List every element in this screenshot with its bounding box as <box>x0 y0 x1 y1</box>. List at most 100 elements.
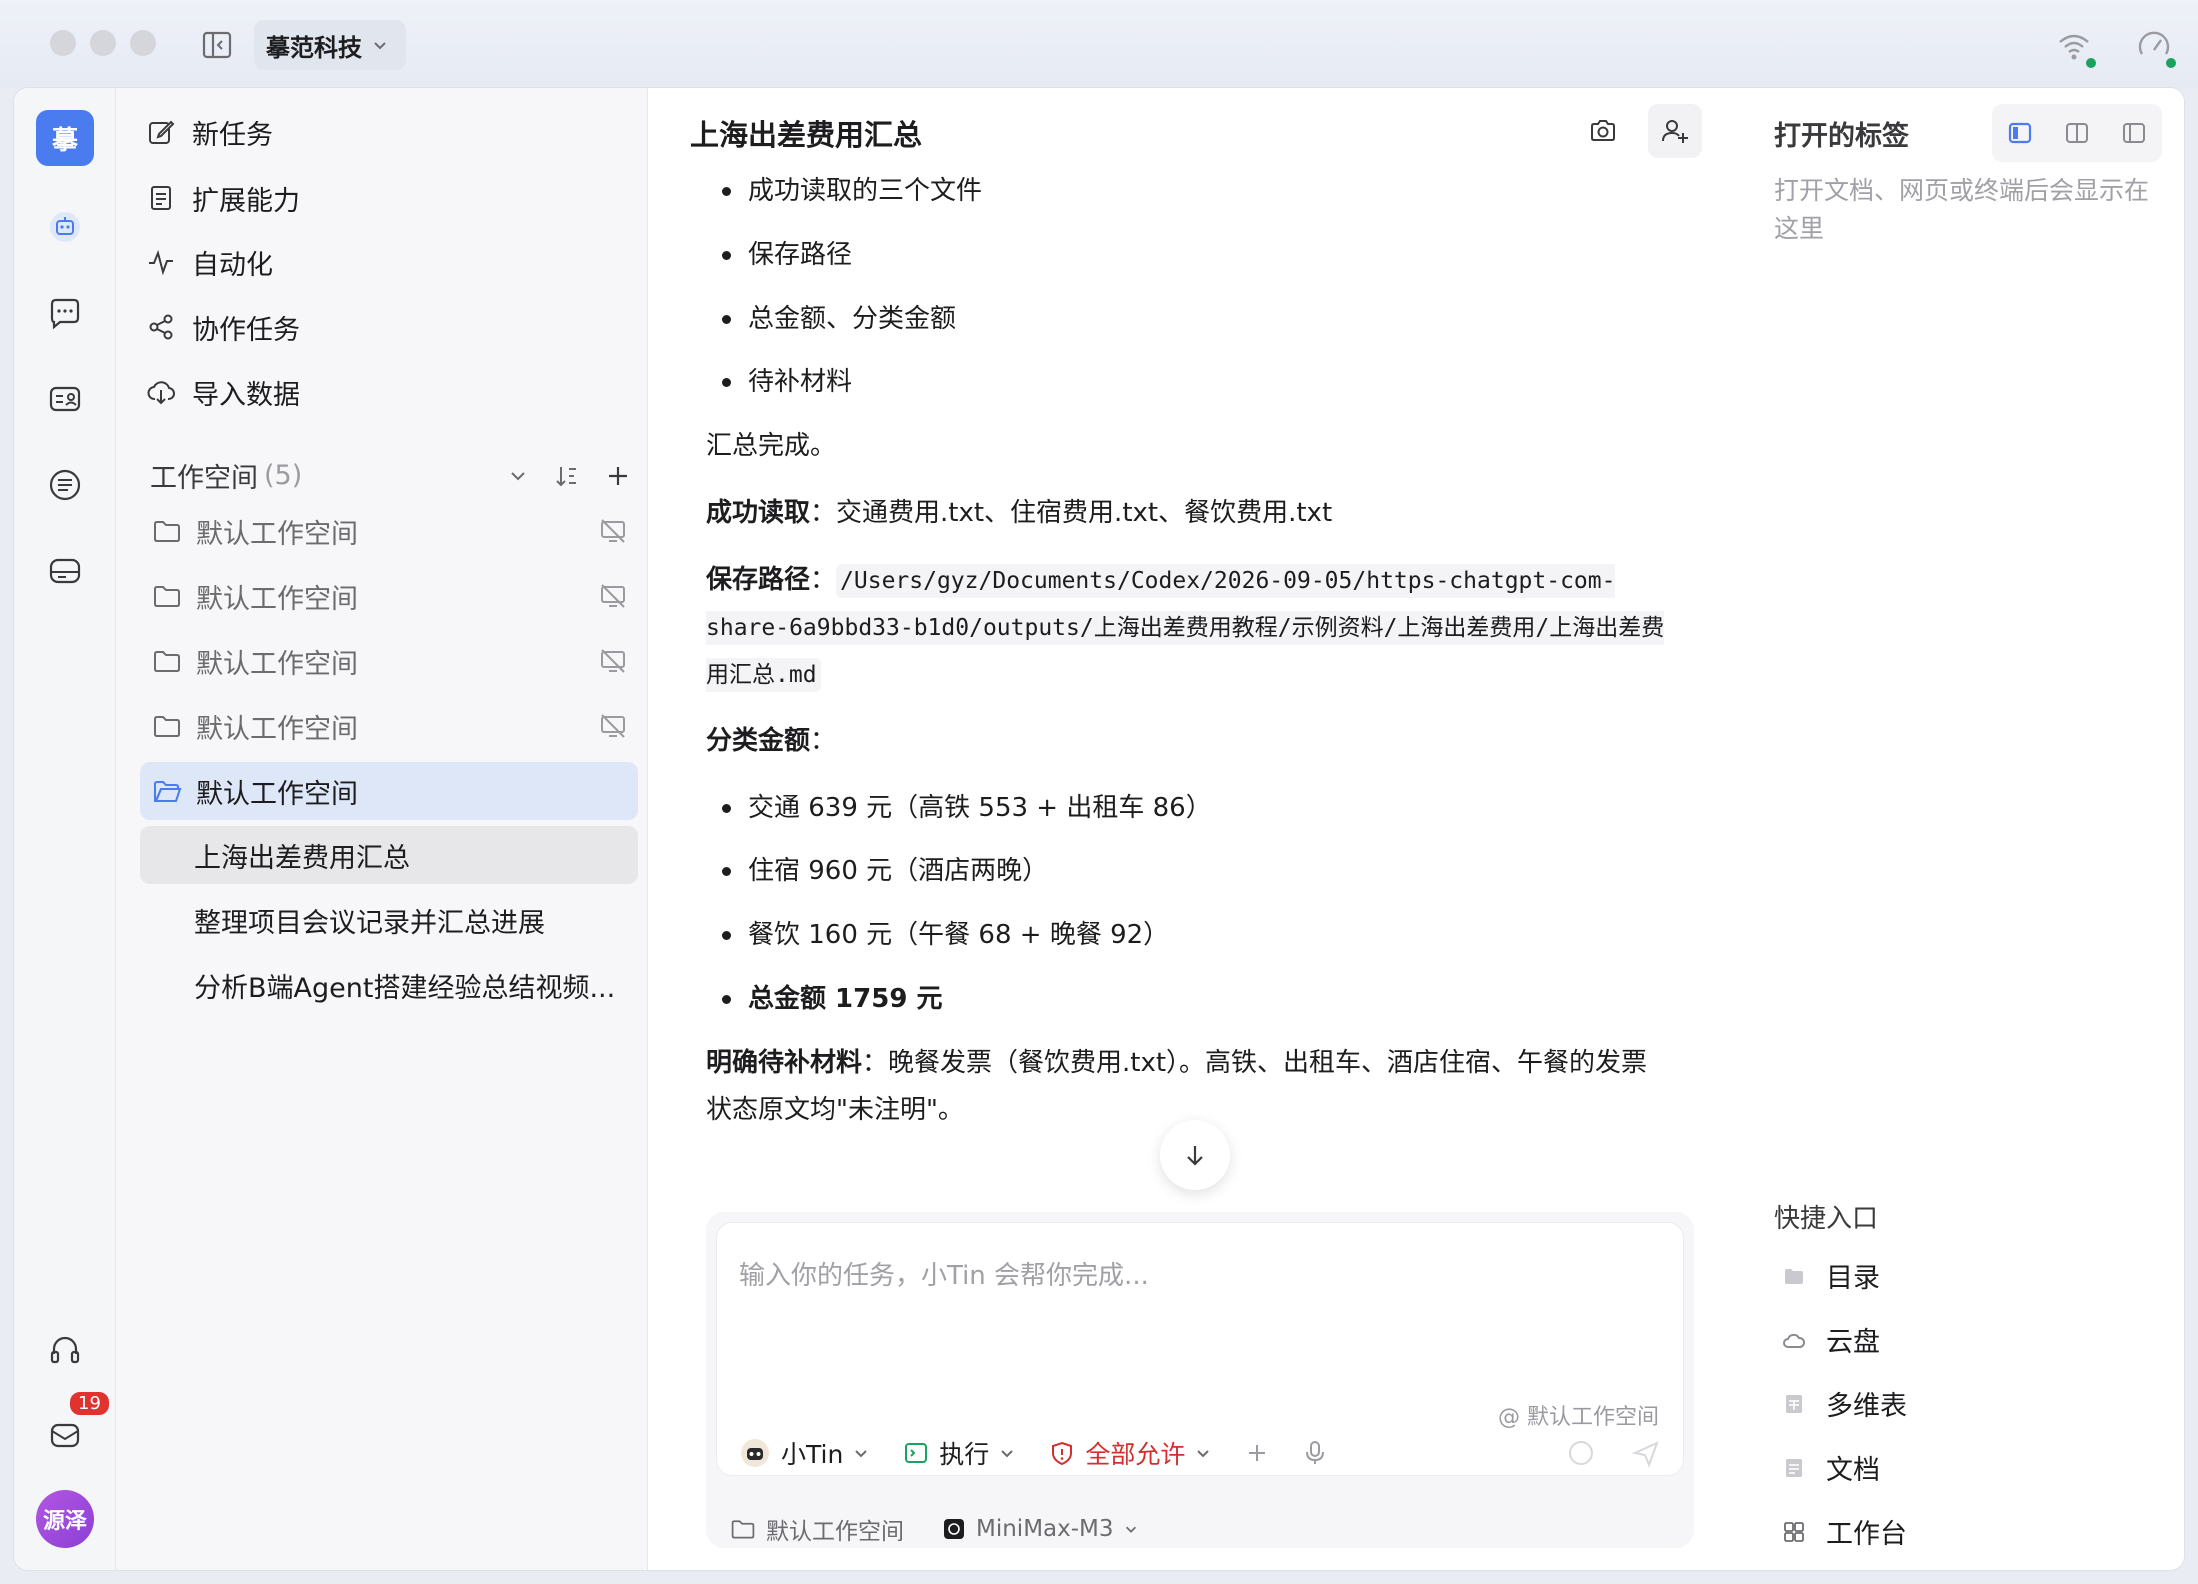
task-item-active[interactable]: 上海出差费用汇总 <box>140 826 638 884</box>
layout-split-icon[interactable] <box>2063 119 2091 147</box>
pending-materials-line: 明确待补材料：晚餐发票（餐饮费用.txt）。高铁、出租车、酒店住宿、午餐的发票状… <box>706 1040 1666 1134</box>
voice-input-button[interactable] <box>1303 1440 1327 1466</box>
workspace-item-label: 默认工作空间 <box>196 518 358 550</box>
agent-avatar-icon <box>741 1439 769 1467</box>
open-tabs-title: 打开的标签 <box>1774 121 1909 152</box>
folder-icon <box>1785 1268 1803 1284</box>
summary-bullet-list: 成功读取的三个文件 保存路径 总金额、分类金额 待补材料 <box>706 168 1666 406</box>
mail-count-badge: 19 <box>68 1390 111 1417</box>
headset-icon[interactable] <box>46 1330 84 1368</box>
icon-rail: 摹 19 源泽 <box>14 88 116 1570</box>
shield-alert-icon <box>1052 1441 1073 1466</box>
quick-item-label: 目录 <box>1826 1263 1880 1294</box>
scroll-to-bottom-button[interactable] <box>1160 1120 1230 1190</box>
user-avatar[interactable]: 源泽 <box>36 1490 94 1548</box>
permission-selector[interactable]: 全部允许 <box>1049 1435 1211 1471</box>
list-item: 交通 639 元（高铁 553 + 出租车 86） <box>706 785 1666 832</box>
workspace-count: (5) <box>264 460 303 491</box>
save-path-colon: ： <box>810 564 837 595</box>
read-files-value: ：交通费用.txt、住宿费用.txt、餐饮费用.txt <box>810 497 1333 528</box>
wifi-icon[interactable] <box>2054 26 2096 68</box>
microphone-icon <box>1306 1441 1325 1464</box>
drive-icon[interactable] <box>46 552 84 590</box>
chat-icon[interactable] <box>46 294 84 332</box>
task-input-box[interactable]: 输入你的任务，小Tin 会帮你完成... @ 默认工作空间 小Tin 执行 全部… <box>716 1222 1684 1476</box>
layout-switcher <box>1992 104 2162 162</box>
collapse-chevron-icon[interactable] <box>508 466 528 486</box>
layout-left-panel-icon[interactable] <box>2006 119 2034 147</box>
quick-item-table[interactable]: 多维表 <box>1782 1384 1907 1423</box>
agent-selector[interactable]: 小Tin <box>739 1435 869 1471</box>
contacts-card-icon[interactable] <box>46 380 84 418</box>
pulse-icon <box>149 249 173 276</box>
task-input-placeholder[interactable]: 输入你的任务，小Tin 会帮你完成... <box>739 1255 1149 1292</box>
nav-import-data-label: 导入数据 <box>192 379 300 411</box>
cloud-download-icon <box>147 381 175 405</box>
notes-icon[interactable] <box>46 466 84 504</box>
nav-automation[interactable]: 自动化 <box>146 240 273 284</box>
monitor-off-icon[interactable] <box>598 516 628 546</box>
app-window: 摹 19 源泽 新任务 扩展能力 自动化 协作任务 导入数据 工作空间 (5) … <box>14 88 2184 1570</box>
workspace-item[interactable]: 默认工作空间 <box>140 502 638 560</box>
add-workspace-icon[interactable] <box>606 464 630 488</box>
model-logo-icon <box>944 1519 964 1539</box>
nav-import-data[interactable]: 导入数据 <box>146 370 300 414</box>
send-icon[interactable] <box>1631 1439 1661 1469</box>
add-collaborator-button[interactable] <box>1648 104 1702 158</box>
edit-icon <box>149 120 175 144</box>
chevron-down-icon <box>1001 1450 1014 1458</box>
composer-toolbar: 小Tin 执行 全部允许 <box>739 1435 1327 1471</box>
monitor-off-icon[interactable] <box>598 711 628 741</box>
task-item[interactable]: 分析B端Agent搭建经验总结视频... <box>140 956 638 1014</box>
mail-icon[interactable] <box>46 1416 84 1454</box>
quick-item-doc[interactable]: 文档 <box>1782 1448 1880 1487</box>
minimize-window-button[interactable] <box>90 30 116 56</box>
nav-collab-tasks[interactable]: 协作任务 <box>146 305 300 349</box>
quick-item-label: 文档 <box>1826 1455 1880 1486</box>
nav-extensions-label: 扩展能力 <box>192 185 300 217</box>
folder-icon <box>154 521 180 542</box>
quick-item-directory[interactable]: 目录 <box>1782 1256 1880 1295</box>
add-user-icon <box>1662 120 1688 143</box>
composer-workspace-tag[interactable]: @ 默认工作空间 <box>1498 1399 1659 1431</box>
quick-item-label: 工作台 <box>1826 1519 1907 1550</box>
footer-workspace-selector[interactable]: 默认工作空间 <box>730 1512 904 1546</box>
summary-done-text: 汇总完成。 <box>706 431 837 462</box>
task-item[interactable]: 整理项目会议记录并汇总进展 <box>140 891 638 949</box>
quick-item-cloud[interactable]: 云盘 <box>1782 1320 1880 1359</box>
footer-workspace-label: 默认工作空间 <box>766 1519 904 1545</box>
share-icon <box>149 314 173 340</box>
speed-gauge-icon[interactable] <box>2134 26 2176 68</box>
robot-icon[interactable] <box>46 208 84 246</box>
layout-right-panel-icon[interactable] <box>2120 119 2148 147</box>
nav-new-task[interactable]: 新任务 <box>146 110 273 154</box>
screenshot-button[interactable] <box>1576 104 1630 158</box>
nav-extensions[interactable]: 扩展能力 <box>146 176 300 220</box>
model-selector[interactable]: MiniMax-M3 <box>942 1516 1138 1542</box>
attach-button[interactable] <box>1245 1441 1269 1465</box>
sidebar-toggle-icon[interactable] <box>200 28 234 62</box>
category-list: 交通 639 元（高铁 553 + 出租车 86） 住宿 960 元（酒店两晚）… <box>706 785 1666 1023</box>
workspace-item-label: 默认工作空间 <box>196 778 358 810</box>
monitor-off-icon[interactable] <box>598 646 628 676</box>
folder-icon <box>154 716 180 737</box>
app-logo[interactable]: 摹 <box>36 110 94 166</box>
quick-item-workbench[interactable]: 工作台 <box>1782 1512 1907 1551</box>
workspace-item[interactable]: 默认工作空间 <box>140 697 638 755</box>
sort-icon[interactable] <box>554 463 580 489</box>
workspace-item[interactable]: 默认工作空间 <box>140 567 638 625</box>
maximize-window-button[interactable] <box>130 30 156 56</box>
category-label: 分类金额 <box>706 725 811 756</box>
workspace-item[interactable]: 默认工作空间 <box>140 632 638 690</box>
monitor-off-icon[interactable] <box>598 581 628 611</box>
nav-collab-tasks-label: 协作任务 <box>192 314 300 346</box>
workspace-item-active[interactable]: 默认工作空间 <box>140 762 638 820</box>
nav-automation-label: 自动化 <box>192 249 273 281</box>
mode-selector[interactable]: 执行 <box>903 1435 1015 1471</box>
agent-name: 小Tin <box>781 1440 844 1469</box>
org-switcher[interactable]: 摹范科技 <box>254 20 406 70</box>
message-content: 成功读取的三个文件 保存路径 总金额、分类金额 待补材料 汇总完成。 成功读取：… <box>706 168 1666 1153</box>
close-window-button[interactable] <box>50 30 76 56</box>
org-name: 摹范科技 <box>266 33 362 62</box>
status-dot <box>2166 58 2176 68</box>
